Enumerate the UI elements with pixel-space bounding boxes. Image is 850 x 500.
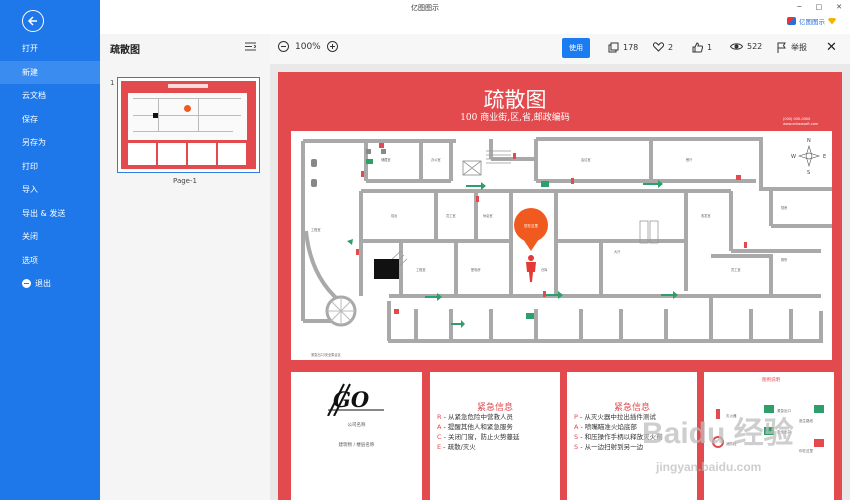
favorite-count[interactable]: 2 [653,42,673,52]
menu-item-save-as[interactable]: 另存为 [0,131,100,155]
exit-icon [22,279,31,289]
svg-text:您在这里: 您在这里 [524,223,538,228]
compass-south: S [807,170,810,176]
copy-icon [608,42,619,53]
collapse-panel-icon[interactable] [245,42,256,51]
file-menu-sidebar: 打开 新建 云文档 保存 另存为 打印 导入 导出 & 发送 关闭 选项 退出 [0,0,100,500]
compass-north: N [807,138,811,144]
menu-item-print[interactable]: 打印 [0,155,100,179]
file-menu: 打开 新建 云文档 保存 另存为 打印 导入 导出 & 发送 关闭 选项 退出 [0,37,100,296]
page-number: 1 [110,79,115,87]
svg-text:仓库: 仓库 [541,267,548,272]
copy-count[interactable]: 178 [608,42,638,53]
watermark-main: Baidu 经验 [642,417,794,450]
flag-icon [777,42,786,53]
window-controls: ─ □ ✕ [797,3,842,11]
sheet-subtitle: 100 商业街,区,省,邮政编码 [460,113,570,123]
svg-text:工程室: 工程室 [416,267,426,272]
brand-account[interactable]: 亿图图示 [787,16,836,26]
brand-name: 亿图图示 [799,18,825,26]
menu-item-exit[interactable]: 退出 [0,272,100,296]
svg-text:储藏室: 储藏室 [381,157,391,162]
menu-item-new[interactable]: 新建 [0,60,100,84]
svg-text:员工室: 员工室 [446,213,456,218]
menu-item-export[interactable]: 导出 & 发送 [0,202,100,226]
document-title: 疏散图 [110,45,140,56]
window-title: 亿图图示 [411,4,439,12]
like-count[interactable]: 1 [692,42,712,53]
race-steps: R - 从紧急危险中营救人员 A - 提醒其他人和紧急服务 C - 关闭门窗，防… [437,413,520,451]
thumbnail-preview [121,81,256,169]
page-label: Page-1 [173,177,197,185]
logo-text: GO [333,387,370,412]
svg-text:会议室: 会议室 [581,157,591,162]
compass-east: E [823,154,826,160]
thumbs-up-icon [692,42,703,53]
page-thumbnail-panel: 疏散图 1 Page-1 [100,34,270,500]
svg-text:前台: 前台 [391,213,397,218]
company-logo-card: GO 公司名称 建筑物 / 楼层名称 [291,372,422,500]
contact-info: (000) 000-0000 www.edrawsoft.com [783,117,819,126]
svg-text:厕所: 厕所 [781,257,788,262]
zoom-in-icon[interactable] [326,41,338,52]
watermark-url: jingyan.baidu.com [656,460,762,474]
svg-text:大厅: 大厅 [614,249,621,254]
view-count: 522 [730,42,762,51]
minimize-button[interactable]: ─ [797,3,801,11]
svg-text:配电房: 配电房 [471,267,481,272]
svg-text:办公室: 办公室 [431,157,441,162]
floor-plan: 您在这里 N S W E 储藏室 办公室 会议室 餐厅 前台 员工室 休息室 大… [291,131,832,360]
menu-item-save[interactable]: 保存 [0,108,100,132]
svg-text:工程室: 工程室 [311,227,321,232]
report-button[interactable]: 举报 [777,42,807,53]
title-bar: 亿图图示 ─ □ ✕ 亿图图示 [100,0,850,34]
svg-text:餐厅: 餐厅 [686,157,693,162]
page-thumbnail[interactable] [117,77,260,173]
emergency-info-card-1: 紧急信息 R - 从紧急危险中营救人员 A - 提醒其他人和紧急服务 C - 关… [430,372,560,500]
zoom-level: 100% [295,41,321,52]
menu-item-options[interactable]: 选项 [0,249,100,273]
svg-text:员工室: 员工室 [731,267,741,272]
company-name-text: 公司名称 [347,423,366,428]
thumbnail-title-bar [168,84,208,88]
menu-item-close[interactable]: 关闭 [0,225,100,249]
compass-west: W [791,154,796,160]
preview-toolbar: 100% 使用 178 2 1 522 举报 ✕ [270,34,850,64]
heart-icon [653,42,664,52]
svg-text:厨房: 厨房 [781,205,787,210]
use-template-button[interactable]: 使用 [562,38,590,58]
thumbnail-map [128,93,247,140]
svg-text:休息室: 休息室 [483,213,493,218]
floor-plan-drawing: 您在这里 N S W E 储藏室 办公室 会议室 餐厅 前台 员工室 休息室 大… [301,137,832,357]
menu-item-import[interactable]: 导入 [0,178,100,202]
menu-item-cloud[interactable]: 云文档 [0,84,100,108]
menu-item-open[interactable]: 打开 [0,37,100,61]
svg-text:逃生路线: 逃生路线 [799,418,813,423]
svg-text:收发室: 收发室 [701,213,711,218]
eye-icon [730,43,743,50]
maximize-button[interactable]: □ [816,3,823,11]
close-preview-button[interactable]: ✕ [826,40,837,55]
close-window-button[interactable]: ✕ [836,3,842,11]
building-floor-text: 建筑物 / 楼层名称 [338,443,375,448]
zoom-control: 100% [278,41,338,52]
edraw-logo-icon [787,17,796,25]
legend-title: 图例说明 [762,378,780,383]
back-arrow-icon[interactable] [22,10,44,32]
svg-text:你在这里: 你在这里 [799,448,813,453]
svg-text:紧急出口/安全集合区: 紧急出口/安全集合区 [311,352,342,357]
zoom-out-icon[interactable] [278,41,289,52]
vip-badge-icon [828,17,836,25]
